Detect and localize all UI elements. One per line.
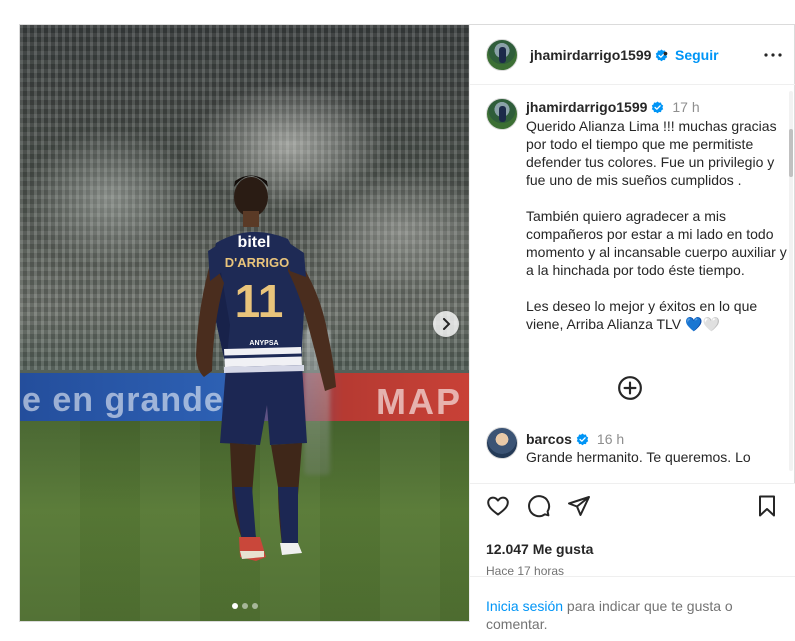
- comments-scrollbar[interactable]: [789, 91, 793, 471]
- caption-header: jhamirdarrigo1599 17 h: [526, 99, 700, 115]
- chevron-right-icon: [443, 318, 451, 330]
- post-sidebar: jhamirdarrigo1599 • Seguir jhamirdarrigo…: [469, 25, 795, 632]
- caption-avatar[interactable]: [486, 98, 518, 130]
- jersey-name: D'ARRIGO: [225, 255, 289, 270]
- carousel-dot: [252, 603, 258, 609]
- comment-header: barcos 16 h: [526, 431, 624, 447]
- likes-count[interactable]: 12.047 Me gusta: [486, 541, 593, 557]
- more-options-icon[interactable]: [761, 43, 785, 67]
- login-link[interactable]: Inicia sesión: [486, 598, 563, 614]
- verified-badge-icon: [652, 101, 664, 114]
- carousel-dot: [232, 603, 238, 609]
- commenter-username[interactable]: barcos: [526, 431, 572, 447]
- caption-time: 17 h: [672, 99, 700, 115]
- follow-button[interactable]: Seguir: [675, 47, 719, 63]
- carousel-next-button[interactable]: [433, 311, 459, 337]
- comment-icon[interactable]: [527, 494, 551, 518]
- share-icon[interactable]: [567, 494, 591, 518]
- verified-badge-icon: [576, 433, 589, 446]
- login-prompt-text: Inicia sesión para indicar que te gusta …: [486, 597, 746, 633]
- carousel-indicator: [232, 603, 258, 609]
- author-avatar[interactable]: [486, 39, 518, 71]
- plus-circle-icon[interactable]: [617, 375, 643, 401]
- post-header: jhamirdarrigo1599 • Seguir: [470, 25, 795, 85]
- header-separator: •: [663, 45, 668, 61]
- post-media[interactable]: e en grande MAP bitel D'ARRIGO 11 ANYPSA: [20, 25, 469, 621]
- comment-text: Grande hermanito. Te queremos. Lo: [526, 449, 751, 465]
- login-prompt: Inicia sesión para indicar que te gusta …: [470, 576, 795, 632]
- player-figure: bitel D'ARRIGO 11 ANYPSA: [196, 175, 336, 561]
- carousel-dot: [242, 603, 248, 609]
- commenter-avatar[interactable]: [486, 427, 518, 459]
- post-actions: 12.047 Me gusta Hace 17 horas Inicia ses…: [470, 483, 795, 632]
- instagram-post: e en grande MAP bitel D'ARRIGO 11 ANYPSA…: [19, 24, 795, 632]
- bookmark-icon[interactable]: [755, 494, 779, 518]
- comment-time: 16 h: [596, 431, 625, 447]
- author-username: jhamirdarrigo1599: [530, 47, 652, 63]
- comments-section[interactable]: jhamirdarrigo1599 17 h Querido Alianza Li…: [470, 85, 795, 487]
- jersey-sponsor: bitel: [238, 234, 271, 251]
- caption-text: Querido Alianza Lima !!! muchas gracias …: [526, 118, 787, 332]
- scrollbar-thumb[interactable]: [789, 129, 793, 177]
- caption-username[interactable]: jhamirdarrigo1599: [526, 99, 647, 115]
- heart-icon[interactable]: [486, 494, 510, 518]
- jersey-number: 11: [235, 275, 284, 327]
- author-username-link[interactable]: jhamirdarrigo1599: [530, 47, 668, 63]
- shorts-sponsor: ANYPSA: [249, 340, 278, 347]
